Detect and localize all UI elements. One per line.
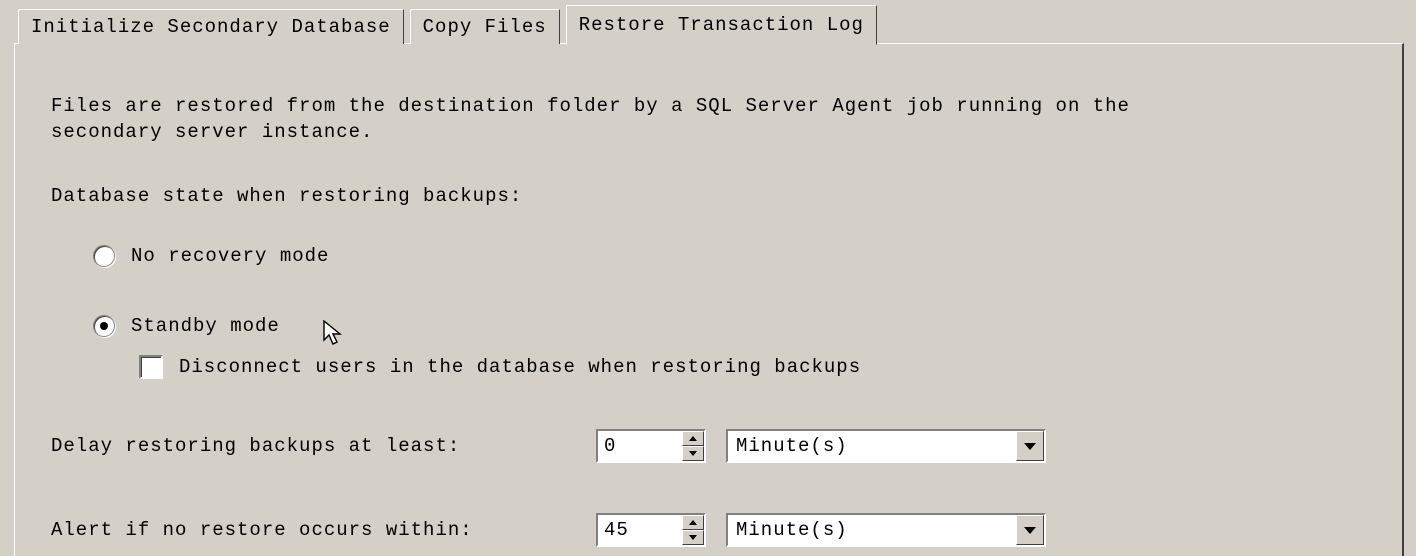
chevron-up-icon	[689, 436, 697, 441]
chevron-down-icon	[1024, 527, 1036, 534]
radio-no-recovery-label: No recovery mode	[131, 245, 329, 267]
alert-value-spinner[interactable]: 45	[596, 513, 706, 547]
tab-bar: Initialize Secondary Database Copy Files…	[0, 4, 1416, 44]
spinner-up-button[interactable]	[682, 431, 704, 446]
spinner-down-button[interactable]	[682, 446, 704, 461]
alert-no-restore-row: Alert if no restore occurs within: 45 Mi…	[51, 513, 1366, 547]
radio-button-icon	[93, 245, 115, 267]
radio-standby-label: Standby mode	[131, 315, 280, 337]
checkbox-icon	[139, 355, 163, 379]
chevron-down-icon	[689, 451, 697, 456]
tab-restore-transaction-log[interactable]: Restore Transaction Log	[566, 5, 877, 45]
radio-standby-mode[interactable]: Standby mode	[93, 315, 1366, 337]
chevron-up-icon	[689, 520, 697, 525]
alert-no-restore-label: Alert if no restore occurs within:	[51, 519, 596, 541]
delay-unit-value: Minute(s)	[728, 431, 1016, 461]
description-text: Files are restored from the destination …	[51, 94, 1201, 145]
restore-panel: Files are restored from the destination …	[14, 43, 1404, 556]
spinner-down-button[interactable]	[682, 530, 704, 545]
dropdown-button[interactable]	[1016, 515, 1044, 545]
radio-selected-dot-icon	[100, 322, 108, 330]
tab-initialize-secondary-database[interactable]: Initialize Secondary Database	[18, 9, 404, 44]
alert-value-input[interactable]: 45	[598, 515, 682, 545]
alert-unit-dropdown[interactable]: Minute(s)	[726, 513, 1046, 547]
delay-restoring-row: Delay restoring backups at least: 0 Minu…	[51, 429, 1366, 463]
delay-value-spinner[interactable]: 0	[596, 429, 706, 463]
alert-unit-value: Minute(s)	[728, 515, 1016, 545]
delay-unit-dropdown[interactable]: Minute(s)	[726, 429, 1046, 463]
checkbox-disconnect-label: Disconnect users in the database when re…	[179, 356, 861, 378]
chevron-down-icon	[689, 535, 697, 540]
database-state-label: Database state when restoring backups:	[51, 185, 1366, 207]
tab-copy-files[interactable]: Copy Files	[410, 9, 560, 44]
radio-no-recovery-mode[interactable]: No recovery mode	[93, 245, 1366, 267]
spinner-up-button[interactable]	[682, 515, 704, 530]
dropdown-button[interactable]	[1016, 431, 1044, 461]
delay-restoring-label: Delay restoring backups at least:	[51, 435, 596, 457]
checkbox-disconnect-users[interactable]: Disconnect users in the database when re…	[139, 355, 1366, 379]
radio-button-icon	[93, 315, 115, 337]
chevron-down-icon	[1024, 443, 1036, 450]
delay-value-input[interactable]: 0	[598, 431, 682, 461]
